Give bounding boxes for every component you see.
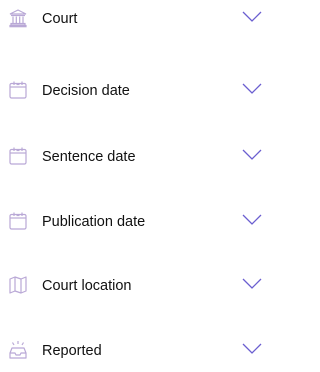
chevron-down-icon[interactable] (242, 278, 262, 290)
filter-reported[interactable]: Reported (0, 332, 264, 372)
filter-sentence-date[interactable]: Sentence date (0, 138, 264, 178)
filter-label: Decision date (42, 83, 130, 99)
filter-label: Reported (42, 343, 102, 359)
chevron-down-icon[interactable] (242, 214, 262, 226)
chevron-down-icon[interactable] (242, 343, 262, 355)
filter-publication-date[interactable]: Publication date (0, 203, 264, 243)
filter-list: Court Decision date Sentence date Public… (0, 0, 264, 359)
calendar-icon (8, 80, 28, 100)
calendar-icon (8, 211, 28, 231)
calendar-icon (8, 146, 28, 166)
filter-court-location[interactable]: Court location (0, 267, 264, 307)
filter-decision-date[interactable]: Decision date (0, 72, 264, 112)
courthouse-icon (8, 8, 28, 28)
filter-label: Court (42, 11, 78, 27)
chevron-down-icon[interactable] (242, 11, 262, 23)
filter-court[interactable]: Court (0, 0, 264, 40)
chevron-down-icon[interactable] (242, 83, 262, 95)
filter-label: Publication date (42, 214, 146, 230)
inbox-icon (8, 340, 28, 360)
map-icon (8, 275, 28, 295)
chevron-down-icon[interactable] (242, 149, 262, 161)
filter-label: Court location (42, 278, 132, 294)
filter-label: Sentence date (42, 149, 136, 165)
